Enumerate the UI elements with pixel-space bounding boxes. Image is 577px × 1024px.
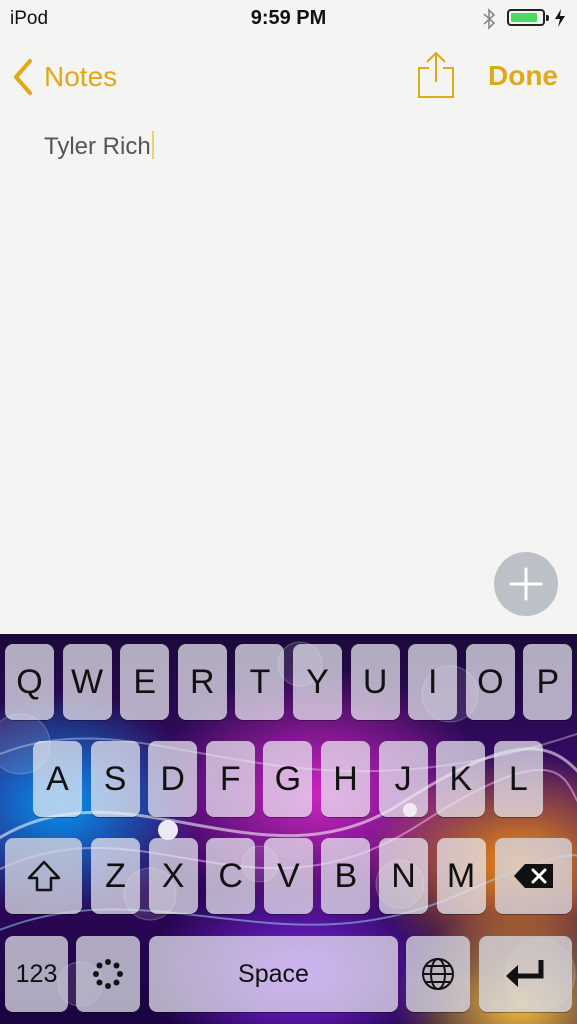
key-m-label: M [446,856,476,895]
numbers-key-label: 123 [15,959,58,988]
shift-arrow-icon [27,860,60,892]
key-h[interactable]: H [321,741,370,817]
key-y-label: Y [306,662,329,701]
key-c[interactable]: C [206,838,256,914]
note-body[interactable]: Tyler Rich [44,131,154,161]
key-w[interactable]: W [62,644,112,720]
key-a-label: A [46,759,69,798]
delete-key[interactable] [495,838,572,914]
key-e[interactable]: E [120,644,170,720]
return-arrow-icon [505,960,543,987]
key-n[interactable]: N [379,838,428,914]
key-u[interactable]: U [350,644,400,720]
charging-bolt-icon [554,8,566,33]
key-x[interactable]: X [148,838,198,914]
key-h-label: H [333,759,358,798]
key-o-label: O [477,662,504,701]
key-r-label: R [190,662,215,701]
key-j-label: J [394,759,412,798]
globe-icon [422,958,454,990]
globe-key[interactable] [406,936,470,1012]
key-z[interactable]: Z [91,838,140,914]
key-t[interactable]: T [235,644,285,720]
space-key-label: Space [238,959,309,988]
key-c-label: C [218,856,243,895]
key-b[interactable]: B [321,838,371,914]
key-d[interactable]: D [148,741,198,817]
key-n-label: N [391,856,416,895]
back-button[interactable]: Notes [12,55,117,99]
done-button[interactable]: Done [488,60,558,92]
key-i[interactable]: I [408,644,458,720]
plus-icon [509,567,543,601]
shift-key[interactable] [5,838,82,914]
key-i-label: I [427,662,438,701]
key-q-label: Q [16,662,43,701]
key-v[interactable]: V [263,838,313,914]
emoji-key[interactable] [76,936,140,1012]
key-m[interactable]: M [436,838,486,914]
new-note-button[interactable] [494,552,558,616]
key-j[interactable]: J [378,741,428,817]
share-icon[interactable] [416,50,456,105]
key-k[interactable]: K [436,741,486,817]
key-s[interactable]: S [90,741,140,817]
key-k-label: K [449,759,473,798]
chevron-left-icon [14,59,32,95]
key-a[interactable]: A [33,741,82,817]
keyboard: Q W E R T Y U I O P A S D F G H J K L Z X C V B N M 123 Space [0,634,577,1024]
key-g-label: G [274,759,302,798]
note-text: Tyler Rich [44,133,151,160]
key-r[interactable]: R [177,644,227,720]
key-e-label: E [133,662,157,701]
space-key[interactable]: Space [149,936,398,1012]
key-p-label: P [536,662,560,701]
key-l-label: L [508,759,528,798]
key-z-label: Z [105,856,126,895]
status-bar: iPod 9:59 PM [0,0,577,38]
key-y[interactable]: Y [293,644,342,720]
bluetooth-icon [482,8,496,35]
key-f[interactable]: F [205,741,255,817]
key-w-label: W [71,662,104,701]
key-p[interactable]: P [523,644,573,720]
key-l[interactable]: L [493,741,543,817]
key-v-label: V [276,856,300,895]
key-b-label: B [334,856,358,895]
return-key[interactable] [479,936,572,1012]
backspace-icon [513,864,553,888]
battery-icon [507,9,549,26]
text-cursor [151,131,154,159]
key-f-label: F [219,759,241,798]
key-x-label: X [161,856,185,895]
dots-circle-icon [93,959,123,989]
key-u-label: U [362,662,388,701]
numbers-key[interactable]: 123 [5,936,68,1012]
key-o[interactable]: O [465,644,515,720]
key-t-label: T [249,662,271,701]
back-label: Notes [44,61,118,92]
key-q[interactable]: Q [5,644,54,720]
key-s-label: S [103,759,127,798]
key-g[interactable]: G [263,741,313,817]
key-d-label: D [160,759,185,798]
